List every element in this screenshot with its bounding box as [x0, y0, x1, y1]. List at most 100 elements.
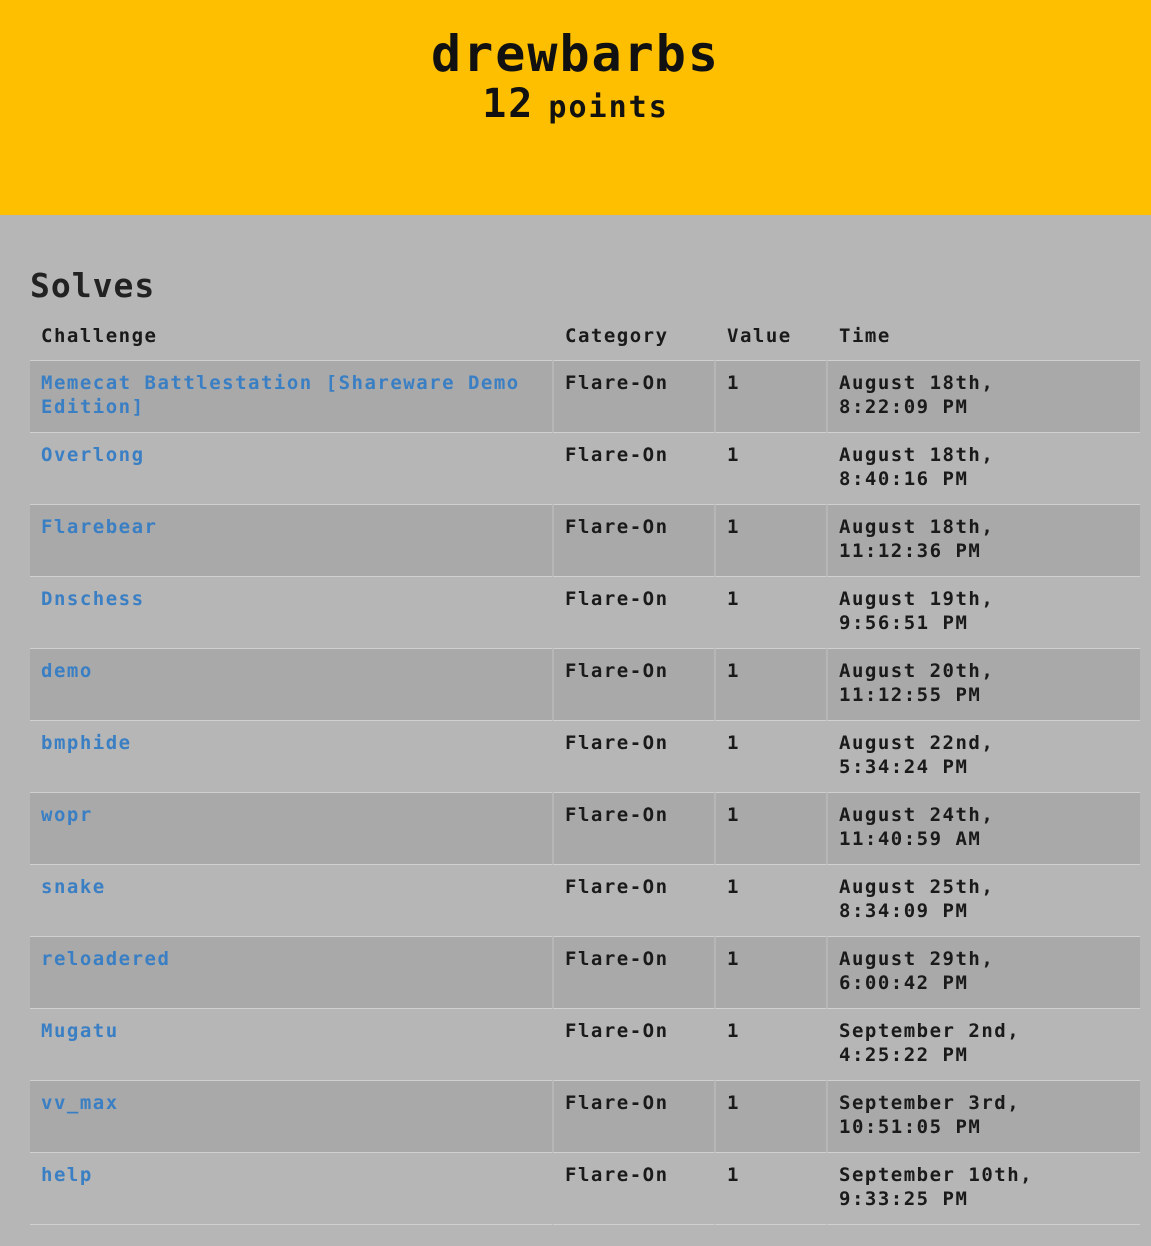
solve-date: August 22nd,	[839, 732, 995, 754]
cell-challenge: demo	[30, 649, 552, 721]
cell-challenge: Dnschess	[30, 577, 552, 649]
solve-clock: 6:00:42 PM	[839, 972, 969, 994]
cell-category: Flare-On	[552, 505, 714, 577]
challenge-link[interactable]: help	[41, 1164, 93, 1186]
table-row: demo Flare-On 1 August 20th, 11:12:55 PM	[30, 649, 1140, 721]
team-header: drewbarbs 12 points	[0, 0, 1151, 215]
cell-time: September 2nd, 4:25:22 PM	[826, 1009, 1140, 1081]
challenge-link[interactable]: demo	[41, 660, 93, 682]
cell-value: 1	[714, 505, 826, 577]
cell-category: Flare-On	[552, 577, 714, 649]
solve-date: August 18th,	[839, 516, 995, 538]
cell-time: August 19th, 9:56:51 PM	[826, 577, 1140, 649]
cell-challenge: wopr	[30, 793, 552, 865]
challenge-link[interactable]: Overlong	[41, 444, 145, 466]
cell-value: 1	[714, 361, 826, 433]
solves-table-body: Memecat Battlestation [Shareware Demo Ed…	[30, 361, 1140, 1225]
solve-date: September 3rd,	[839, 1092, 1021, 1114]
cell-challenge: Memecat Battlestation [Shareware Demo Ed…	[30, 361, 552, 433]
cell-value: 1	[714, 1009, 826, 1081]
solve-clock: 11:12:55 PM	[839, 684, 982, 706]
challenge-link[interactable]: Memecat Battlestation [Shareware Demo Ed…	[41, 372, 520, 418]
table-row: snake Flare-On 1 August 25th, 8:34:09 PM	[30, 865, 1140, 937]
table-row: Overlong Flare-On 1 August 18th, 8:40:16 PM	[30, 433, 1140, 505]
score-value: 12	[482, 81, 535, 127]
column-header-challenge: Challenge	[30, 312, 552, 361]
solve-date: August 18th,	[839, 372, 995, 394]
cell-challenge: snake	[30, 865, 552, 937]
column-header-value: Value	[714, 312, 826, 361]
cell-category: Flare-On	[552, 937, 714, 1009]
solve-clock: 8:22:09 PM	[839, 396, 969, 418]
challenge-link[interactable]: Flarebear	[41, 516, 157, 538]
cell-challenge: Mugatu	[30, 1009, 552, 1081]
solves-table: Challenge Category Value Time Memecat Ba…	[30, 312, 1140, 1225]
cell-time: August 22nd, 5:34:24 PM	[826, 721, 1140, 793]
cell-challenge: Overlong	[30, 433, 552, 505]
table-row: Memecat Battlestation [Shareware Demo Ed…	[30, 361, 1140, 433]
table-row: reloadered Flare-On 1 August 29th, 6:00:42 P…	[30, 937, 1140, 1009]
solve-clock: 4:25:22 PM	[839, 1044, 969, 1066]
cell-time: August 18th, 8:40:16 PM	[826, 433, 1140, 505]
cell-category: Flare-On	[552, 361, 714, 433]
column-header-category: Category	[552, 312, 714, 361]
solve-clock: 9:33:25 PM	[839, 1188, 969, 1210]
solve-clock: 5:34:24 PM	[839, 756, 969, 778]
solves-title: Solves	[30, 266, 156, 305]
cell-category: Flare-On	[552, 793, 714, 865]
cell-challenge: reloadered	[30, 937, 552, 1009]
solve-date: September 10th,	[839, 1164, 1034, 1186]
cell-category: Flare-On	[552, 865, 714, 937]
cell-challenge: bmphide	[30, 721, 552, 793]
solve-date: August 19th,	[839, 588, 995, 610]
cell-challenge: help	[30, 1153, 552, 1225]
solve-clock: 8:40:16 PM	[839, 468, 969, 490]
solve-clock: 11:12:36 PM	[839, 540, 982, 562]
cell-challenge: Flarebear	[30, 505, 552, 577]
solve-date: August 18th,	[839, 444, 995, 466]
cell-time: September 10th, 9:33:25 PM	[826, 1153, 1140, 1225]
cell-category: Flare-On	[552, 721, 714, 793]
solve-clock: 8:34:09 PM	[839, 900, 969, 922]
cell-category: Flare-On	[552, 433, 714, 505]
solve-clock: 10:51:05 PM	[839, 1116, 982, 1138]
cell-value: 1	[714, 577, 826, 649]
challenge-link[interactable]: wopr	[41, 804, 93, 826]
table-row: wopr Flare-On 1 August 24th, 11:40:59 AM	[30, 793, 1140, 865]
column-header-time: Time	[826, 312, 1140, 361]
challenge-link[interactable]: Dnschess	[41, 588, 145, 610]
solve-date: August 25th,	[839, 876, 995, 898]
table-row: vv_max Flare-On 1 September 3rd, 10:51:05 PM	[30, 1081, 1140, 1153]
cell-category: Flare-On	[552, 1081, 714, 1153]
challenge-link[interactable]: Mugatu	[41, 1020, 119, 1042]
challenge-link[interactable]: reloadered	[41, 948, 170, 970]
cell-time: August 18th, 8:22:09 PM	[826, 361, 1140, 433]
cell-time: August 18th, 11:12:36 PM	[826, 505, 1140, 577]
cell-value: 1	[714, 721, 826, 793]
cell-challenge: vv_max	[30, 1081, 552, 1153]
cell-time: August 25th, 8:34:09 PM	[826, 865, 1140, 937]
table-row: Flarebear Flare-On 1 August 18th, 11:12:36 P…	[30, 505, 1140, 577]
cell-time: August 20th, 11:12:55 PM	[826, 649, 1140, 721]
solve-clock: 11:40:59 AM	[839, 828, 982, 850]
challenge-link[interactable]: vv_max	[41, 1092, 119, 1114]
cell-value: 1	[714, 1081, 826, 1153]
challenge-link[interactable]: snake	[41, 876, 106, 898]
team-name: drewbarbs	[431, 25, 720, 83]
cell-value: 1	[714, 649, 826, 721]
score-label: points	[548, 90, 669, 125]
table-row: bmphide Flare-On 1 August 22nd, 5:34:24 PM	[30, 721, 1140, 793]
solve-date: August 29th,	[839, 948, 995, 970]
table-header-row: Challenge Category Value Time	[30, 312, 1140, 361]
solve-date: August 24th,	[839, 804, 995, 826]
challenge-link[interactable]: bmphide	[41, 732, 132, 754]
cell-time: August 24th, 11:40:59 AM	[826, 793, 1140, 865]
team-score: 12 points	[0, 82, 1151, 134]
cell-time: September 3rd, 10:51:05 PM	[826, 1081, 1140, 1153]
table-row: help Flare-On 1 September 10th, 9:33:25 PM	[30, 1153, 1140, 1225]
table-row: Mugatu Flare-On 1 September 2nd, 4:25:22 PM	[30, 1009, 1140, 1081]
cell-value: 1	[714, 1153, 826, 1225]
table-row: Dnschess Flare-On 1 August 19th, 9:56:51 PM	[30, 577, 1140, 649]
cell-time: August 29th, 6:00:42 PM	[826, 937, 1140, 1009]
cell-value: 1	[714, 865, 826, 937]
